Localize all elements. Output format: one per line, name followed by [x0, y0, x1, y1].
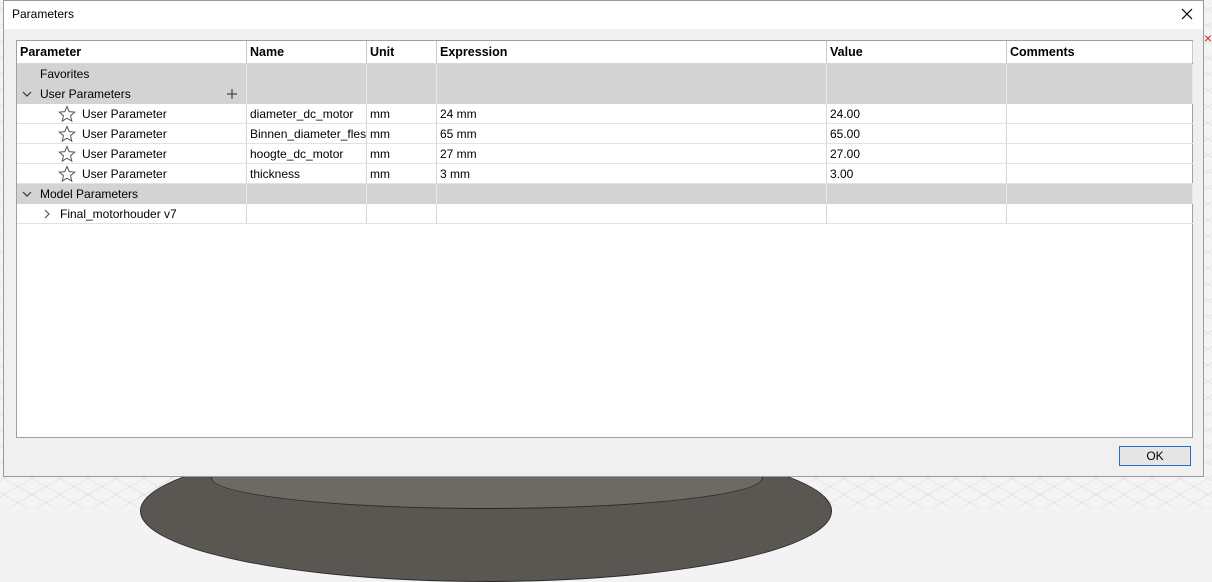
component-expander[interactable]: [40, 204, 54, 223]
parameter-expression[interactable]: 65 mm: [437, 124, 827, 144]
star-icon[interactable]: [58, 125, 76, 143]
user-parameters-expander[interactable]: [20, 84, 34, 104]
ok-button[interactable]: OK: [1119, 446, 1191, 466]
parameter-expression[interactable]: 3 mm: [437, 164, 827, 184]
parameter-comments[interactable]: [1007, 104, 1193, 124]
star-icon[interactable]: [58, 165, 76, 183]
column-header-value[interactable]: Value: [827, 41, 1007, 63]
dialog-title: Parameters: [12, 7, 75, 21]
parameter-unit[interactable]: mm: [367, 104, 437, 124]
chevron-right-icon: [44, 209, 50, 219]
dialog-titlebar[interactable]: Parameters: [4, 1, 1203, 29]
axis-marker-icon: ×: [1203, 30, 1212, 46]
star-icon[interactable]: [58, 105, 76, 123]
component-name: Final_motorhouder v7: [60, 207, 177, 221]
table-row[interactable]: User Parameter thickness mm 3 mm 3.00: [17, 164, 1193, 184]
model-parameters-group-row[interactable]: Model Parameters: [17, 184, 1193, 204]
parameter-expression[interactable]: 27 mm: [437, 144, 827, 164]
parameter-comments[interactable]: [1007, 164, 1193, 184]
table-row[interactable]: User Parameter hoogte_dc_motor mm 27 mm …: [17, 144, 1193, 164]
user-parameters-label: User Parameters: [40, 87, 131, 101]
parameter-name[interactable]: hoogte_dc_motor: [247, 144, 367, 164]
close-icon: [1181, 8, 1193, 20]
column-header-name[interactable]: Name: [247, 41, 367, 63]
parameter-type: User Parameter: [82, 107, 167, 121]
parameter-type: User Parameter: [82, 147, 167, 161]
model-parameters-label: Model Parameters: [40, 187, 139, 201]
parameter-unit[interactable]: mm: [367, 164, 437, 184]
chevron-down-icon: [22, 91, 32, 97]
parameter-type: User Parameter: [82, 127, 167, 141]
table-row[interactable]: User Parameter diameter_dc_motor mm 24 m…: [17, 104, 1193, 124]
parameter-name[interactable]: thickness: [247, 164, 367, 184]
close-button[interactable]: [1171, 1, 1203, 27]
user-parameters-group-row[interactable]: User Parameters: [17, 84, 1193, 104]
plus-icon: [227, 89, 237, 99]
table-header: Parameter Name Unit Expression Value Com…: [17, 41, 1193, 64]
parameter-value: 65.00: [827, 124, 1007, 144]
add-user-parameter-button[interactable]: [226, 84, 238, 104]
parameter-name[interactable]: diameter_dc_motor: [247, 104, 367, 124]
parameter-value: 27.00: [827, 144, 1007, 164]
parameter-comments[interactable]: [1007, 144, 1193, 164]
parameters-table[interactable]: Parameter Name Unit Expression Value Com…: [16, 40, 1193, 438]
parameter-name[interactable]: Binnen_diameter_fles: [247, 124, 367, 144]
table-row[interactable]: Final_motorhouder v7: [17, 204, 1193, 224]
chevron-down-icon: [22, 191, 32, 197]
parameter-unit[interactable]: mm: [367, 124, 437, 144]
parameter-comments[interactable]: [1007, 124, 1193, 144]
column-header-unit[interactable]: Unit: [367, 41, 437, 63]
parameter-value: 24.00: [827, 104, 1007, 124]
parameters-dialog: Parameters Parameter Name Unit Expressio…: [3, 0, 1204, 477]
parameter-type: User Parameter: [82, 167, 167, 181]
model-parameters-expander[interactable]: [20, 184, 34, 204]
column-header-parameter[interactable]: Parameter: [17, 41, 247, 63]
favorites-group-row[interactable]: Favorites: [17, 64, 1193, 84]
favorites-label: Favorites: [40, 67, 90, 81]
parameter-unit[interactable]: mm: [367, 144, 437, 164]
table-row[interactable]: User Parameter Binnen_diameter_fles mm 6…: [17, 124, 1193, 144]
star-icon[interactable]: [58, 145, 76, 163]
parameter-expression[interactable]: 24 mm: [437, 104, 827, 124]
column-header-comments[interactable]: Comments: [1007, 41, 1193, 63]
column-header-expression[interactable]: Expression: [437, 41, 827, 63]
parameter-value: 3.00: [827, 164, 1007, 184]
